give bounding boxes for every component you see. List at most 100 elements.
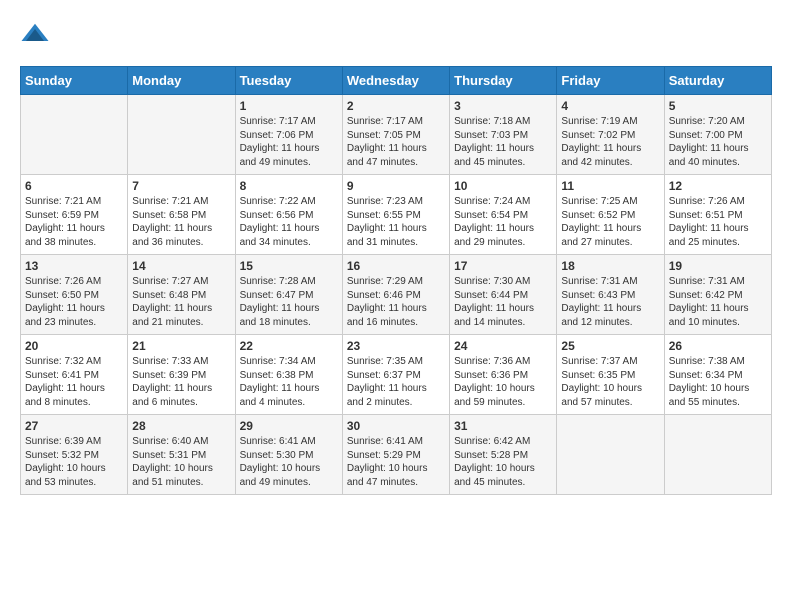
- header-cell-friday: Friday: [557, 67, 664, 95]
- calendar-week-2: 13 Sunrise: 7:26 AM Sunset: 6:50 PM Dayli…: [21, 255, 772, 335]
- day-info: Sunrise: 7:17 AM Sunset: 7:05 PM Dayligh…: [347, 115, 445, 169]
- day-info: Sunrise: 7:34 AM Sunset: 6:38 PM Dayligh…: [240, 355, 338, 409]
- calendar-table: SundayMondayTuesdayWednesdayThursdayFrid…: [20, 66, 772, 495]
- day-number: 3: [454, 99, 552, 113]
- day-info: Sunrise: 7:24 AM Sunset: 6:54 PM Dayligh…: [454, 195, 552, 249]
- day-number: 13: [25, 259, 123, 273]
- day-info: Sunrise: 7:26 AM Sunset: 6:50 PM Dayligh…: [25, 275, 123, 329]
- day-number: 30: [347, 419, 445, 433]
- day-info: Sunrise: 6:41 AM Sunset: 5:29 PM Dayligh…: [347, 435, 445, 489]
- header-row: SundayMondayTuesdayWednesdayThursdayFrid…: [21, 67, 772, 95]
- calendar-cell: [128, 95, 235, 175]
- day-info: Sunrise: 7:36 AM Sunset: 6:36 PM Dayligh…: [454, 355, 552, 409]
- day-number: 17: [454, 259, 552, 273]
- day-number: 11: [561, 179, 659, 193]
- calendar-week-1: 6 Sunrise: 7:21 AM Sunset: 6:59 PM Daylig…: [21, 175, 772, 255]
- day-number: 14: [132, 259, 230, 273]
- day-number: 7: [132, 179, 230, 193]
- day-info: Sunrise: 6:40 AM Sunset: 5:31 PM Dayligh…: [132, 435, 230, 489]
- day-number: 27: [25, 419, 123, 433]
- calendar-cell: 21Sunrise: 7:33 AM Sunset: 6:39 PM Dayli…: [128, 335, 235, 415]
- calendar-cell: 19 Sunrise: 7:31 AM Sunset: 6:42 PM Dayli…: [664, 255, 771, 335]
- day-number: 22: [240, 339, 338, 353]
- day-number: 26: [669, 339, 767, 353]
- day-info: Sunrise: 7:23 AM Sunset: 6:55 PM Dayligh…: [347, 195, 445, 249]
- day-number: 1: [240, 99, 338, 113]
- day-number: 15: [240, 259, 338, 273]
- day-info: Sunrise: 7:19 AM Sunset: 7:02 PM Dayligh…: [561, 115, 659, 169]
- calendar-cell: 26 Sunrise: 7:38 AM Sunset: 6:34 PM Dayli…: [664, 335, 771, 415]
- calendar-cell: 11 Sunrise: 7:25 AM Sunset: 6:52 PM Dayli…: [557, 175, 664, 255]
- day-number: 6: [25, 179, 123, 193]
- calendar-cell: 18 Sunrise: 7:31 AM Sunset: 6:43 PM Dayli…: [557, 255, 664, 335]
- calendar-cell: 1Sunrise: 7:17 AM Sunset: 7:06 PM Daylig…: [235, 95, 342, 175]
- calendar-cell: 8 Sunrise: 7:22 AM Sunset: 6:56 PM Daylig…: [235, 175, 342, 255]
- calendar-cell: 2 Sunrise: 7:17 AM Sunset: 7:05 PM Daylig…: [342, 95, 449, 175]
- calendar-cell: 9 Sunrise: 7:23 AM Sunset: 6:55 PM Daylig…: [342, 175, 449, 255]
- calendar-cell: 23 Sunrise: 7:35 AM Sunset: 6:37 PM Dayli…: [342, 335, 449, 415]
- day-info: Sunrise: 7:35 AM Sunset: 6:37 PM Dayligh…: [347, 355, 445, 409]
- day-number: 4: [561, 99, 659, 113]
- calendar-cell: [557, 415, 664, 495]
- day-info: Sunrise: 7:18 AM Sunset: 7:03 PM Dayligh…: [454, 115, 552, 169]
- day-info: Sunrise: 7:22 AM Sunset: 6:56 PM Dayligh…: [240, 195, 338, 249]
- day-number: 19: [669, 259, 767, 273]
- day-number: 8: [240, 179, 338, 193]
- calendar-week-0: 1Sunrise: 7:17 AM Sunset: 7:06 PM Daylig…: [21, 95, 772, 175]
- header-cell-tuesday: Tuesday: [235, 67, 342, 95]
- calendar-cell: 5 Sunrise: 7:20 AM Sunset: 7:00 PM Daylig…: [664, 95, 771, 175]
- day-info: Sunrise: 7:31 AM Sunset: 6:42 PM Dayligh…: [669, 275, 767, 329]
- calendar-week-3: 20 Sunrise: 7:32 AM Sunset: 6:41 PM Dayli…: [21, 335, 772, 415]
- day-info: Sunrise: 7:21 AM Sunset: 6:58 PM Dayligh…: [132, 195, 230, 249]
- day-number: 31: [454, 419, 552, 433]
- calendar-cell: 6 Sunrise: 7:21 AM Sunset: 6:59 PM Daylig…: [21, 175, 128, 255]
- day-number: 16: [347, 259, 445, 273]
- day-number: 18: [561, 259, 659, 273]
- calendar-cell: 7 Sunrise: 7:21 AM Sunset: 6:58 PM Daylig…: [128, 175, 235, 255]
- day-number: 20: [25, 339, 123, 353]
- calendar-cell: 12Sunrise: 7:26 AM Sunset: 6:51 PM Dayli…: [664, 175, 771, 255]
- day-number: 29: [240, 419, 338, 433]
- calendar-cell: 15 Sunrise: 7:28 AM Sunset: 6:47 PM Dayli…: [235, 255, 342, 335]
- day-number: 9: [347, 179, 445, 193]
- day-info: Sunrise: 7:25 AM Sunset: 6:52 PM Dayligh…: [561, 195, 659, 249]
- day-number: 5: [669, 99, 767, 113]
- page-header: [20, 20, 772, 50]
- day-number: 24: [454, 339, 552, 353]
- day-info: Sunrise: 7:30 AM Sunset: 6:44 PM Dayligh…: [454, 275, 552, 329]
- header-cell-saturday: Saturday: [664, 67, 771, 95]
- calendar-cell: 4 Sunrise: 7:19 AM Sunset: 7:02 PM Daylig…: [557, 95, 664, 175]
- calendar-cell: 10Sunrise: 7:24 AM Sunset: 6:54 PM Dayli…: [450, 175, 557, 255]
- day-info: Sunrise: 7:20 AM Sunset: 7:00 PM Dayligh…: [669, 115, 767, 169]
- day-info: Sunrise: 7:27 AM Sunset: 6:48 PM Dayligh…: [132, 275, 230, 329]
- day-number: 25: [561, 339, 659, 353]
- header-cell-sunday: Sunday: [21, 67, 128, 95]
- day-number: 21: [132, 339, 230, 353]
- calendar-cell: 22 Sunrise: 7:34 AM Sunset: 6:38 PM Dayli…: [235, 335, 342, 415]
- calendar-cell: 20 Sunrise: 7:32 AM Sunset: 6:41 PM Dayli…: [21, 335, 128, 415]
- calendar-body: 1Sunrise: 7:17 AM Sunset: 7:06 PM Daylig…: [21, 95, 772, 495]
- logo: [20, 20, 54, 50]
- day-info: Sunrise: 7:38 AM Sunset: 6:34 PM Dayligh…: [669, 355, 767, 409]
- calendar-cell: 17 Sunrise: 7:30 AM Sunset: 6:44 PM Dayli…: [450, 255, 557, 335]
- calendar-cell: 31Sunrise: 6:42 AM Sunset: 5:28 PM Dayli…: [450, 415, 557, 495]
- calendar-cell: 24 Sunrise: 7:36 AM Sunset: 6:36 PM Dayli…: [450, 335, 557, 415]
- day-info: Sunrise: 7:32 AM Sunset: 6:41 PM Dayligh…: [25, 355, 123, 409]
- calendar-cell: 28Sunrise: 6:40 AM Sunset: 5:31 PM Dayli…: [128, 415, 235, 495]
- calendar-cell: 27Sunrise: 6:39 AM Sunset: 5:32 PM Dayli…: [21, 415, 128, 495]
- day-number: 2: [347, 99, 445, 113]
- day-info: Sunrise: 7:28 AM Sunset: 6:47 PM Dayligh…: [240, 275, 338, 329]
- calendar-cell: 14 Sunrise: 7:27 AM Sunset: 6:48 PM Dayli…: [128, 255, 235, 335]
- day-info: Sunrise: 7:29 AM Sunset: 6:46 PM Dayligh…: [347, 275, 445, 329]
- header-cell-monday: Monday: [128, 67, 235, 95]
- calendar-cell: [21, 95, 128, 175]
- calendar-week-4: 27Sunrise: 6:39 AM Sunset: 5:32 PM Dayli…: [21, 415, 772, 495]
- header-cell-wednesday: Wednesday: [342, 67, 449, 95]
- calendar-cell: 29Sunrise: 6:41 AM Sunset: 5:30 PM Dayli…: [235, 415, 342, 495]
- day-number: 23: [347, 339, 445, 353]
- day-info: Sunrise: 7:31 AM Sunset: 6:43 PM Dayligh…: [561, 275, 659, 329]
- calendar-cell: 3 Sunrise: 7:18 AM Sunset: 7:03 PM Daylig…: [450, 95, 557, 175]
- calendar-header: SundayMondayTuesdayWednesdayThursdayFrid…: [21, 67, 772, 95]
- day-info: Sunrise: 7:21 AM Sunset: 6:59 PM Dayligh…: [25, 195, 123, 249]
- calendar-cell: 25Sunrise: 7:37 AM Sunset: 6:35 PM Dayli…: [557, 335, 664, 415]
